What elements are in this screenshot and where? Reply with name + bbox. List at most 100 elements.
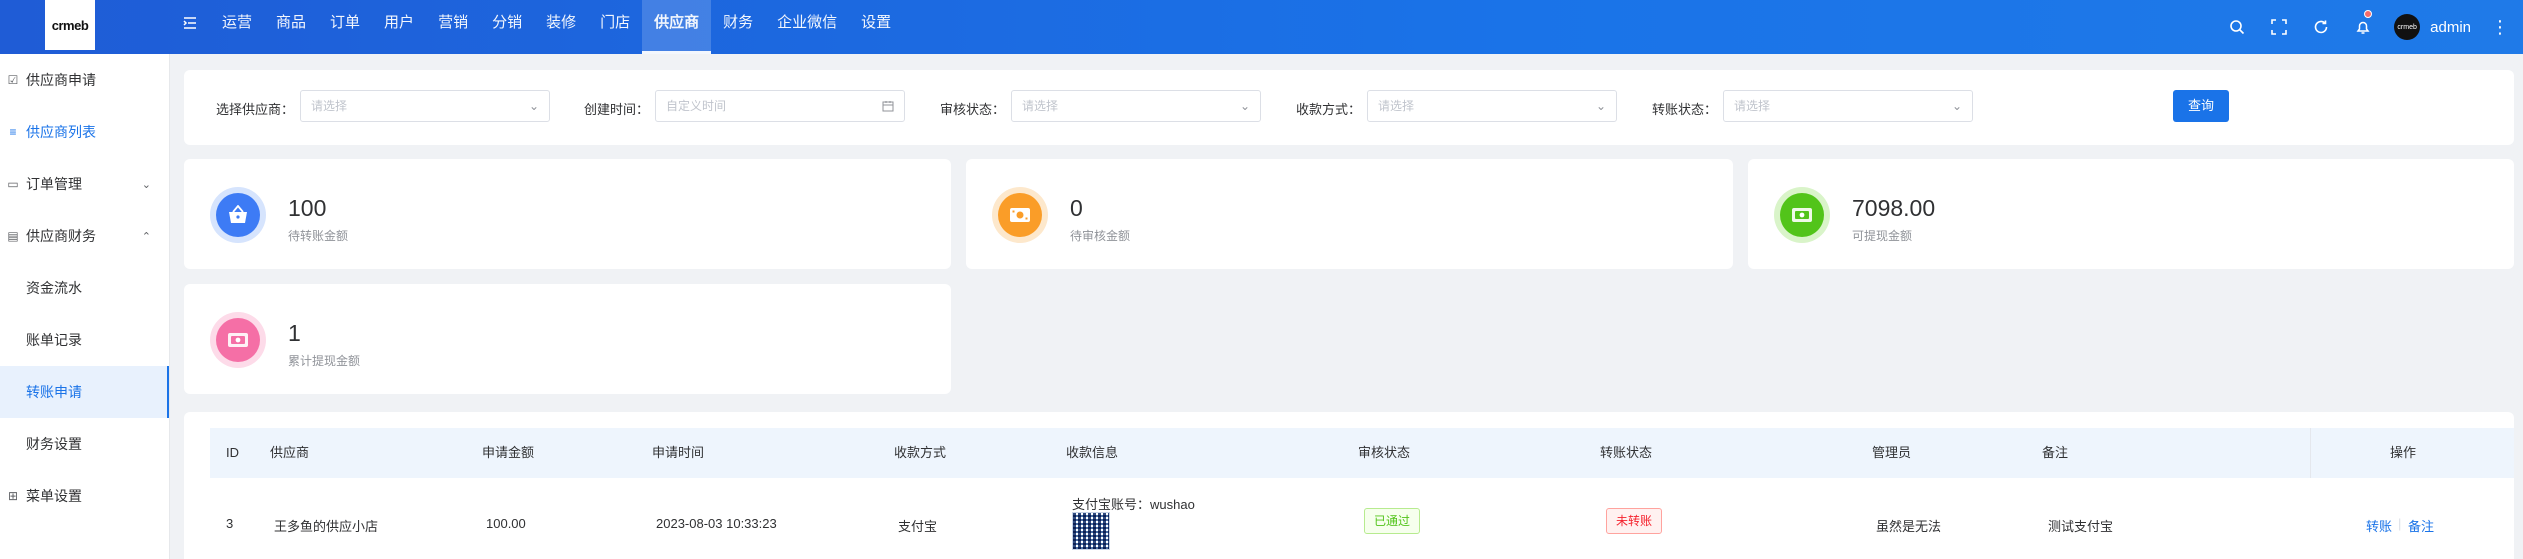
sidebar-item-supplier-list[interactable]: ≡ 供应商列表	[0, 106, 169, 158]
stat-value: 100	[288, 195, 327, 221]
sidebar: ☑ 供应商申请 ≡ 供应商列表 ▭ 订单管理 ⌄ ▤ 供应商财务 ⌃ 资金流水 …	[0, 54, 170, 559]
transfer-status-select[interactable]: 请选择 ⌄	[1723, 90, 1973, 122]
audit-status-label: 审核状态：	[940, 102, 1006, 117]
sidebar-item-label: 供应商列表	[26, 124, 96, 140]
nav-item-operations[interactable]: 运营	[210, 0, 264, 54]
nav-item-settings[interactable]: 设置	[849, 0, 903, 54]
cash-icon	[216, 318, 260, 362]
brand-logo[interactable]: crmeb	[45, 0, 95, 50]
stat-value: 7098.00	[1852, 195, 1936, 221]
username[interactable]: admin	[2430, 19, 2471, 36]
action-divider: |	[2398, 516, 2402, 531]
chevron-down-icon: ⌄	[1595, 99, 1606, 113]
table-header: ID 供应商 申请金额 申请时间 收款方式 收款信息 审核状态 转账状态 管理员…	[210, 428, 2514, 478]
cell-admin: 虽然是无法	[1876, 519, 1942, 534]
stat-label: 可提现金额	[1852, 229, 1913, 243]
stat-icon-ring	[1774, 187, 1830, 243]
nav-item-products[interactable]: 商品	[264, 0, 318, 54]
cell-id: 3	[226, 516, 234, 531]
cell-method: 支付宝	[898, 519, 938, 534]
sidebar-item-label: 资金流水	[26, 280, 82, 296]
query-button[interactable]: 查询	[2173, 90, 2229, 122]
top-right-tools: crmeb admin ⋮	[2216, 0, 2523, 54]
stat-value: 0	[1070, 195, 1083, 221]
chevron-down-icon: ⌄	[528, 99, 539, 113]
sidebar-item-transfer-apply[interactable]: 转账申请	[0, 366, 169, 418]
nav-item-wecom[interactable]: 企业微信	[765, 0, 849, 54]
column-header-method: 收款方式	[894, 445, 947, 460]
sidebar-item-bill-records[interactable]: 账单记录	[0, 314, 169, 366]
column-header-time: 申请时间	[652, 445, 705, 460]
column-header-audit: 审核状态	[1358, 445, 1411, 460]
audit-status-select[interactable]: 请选择 ⌄	[1011, 90, 1261, 122]
payment-method-label: 收款方式：	[1296, 102, 1362, 117]
payment-method-placeholder: 请选择	[1378, 99, 1415, 113]
more-vertical-icon[interactable]: ⋮	[2491, 18, 2509, 36]
nav-item-marketing[interactable]: 营销	[426, 0, 480, 54]
qr-code-image[interactable]	[1072, 512, 1110, 550]
column-header-amount: 申请金额	[482, 445, 535, 460]
fullscreen-icon[interactable]	[2258, 0, 2300, 54]
column-header-actions: 操作	[2390, 445, 2417, 460]
transfer-table: ID 供应商 申请金额 申请时间 收款方式 收款信息 审核状态 转账状态 管理员…	[184, 412, 2514, 559]
cash-icon	[1780, 193, 1824, 237]
money-icon	[998, 193, 1042, 237]
refresh-icon[interactable]	[2300, 0, 2342, 54]
sidebar-item-supplier-apply[interactable]: ☑ 供应商申请	[0, 54, 169, 106]
chevron-down-icon: ⌄	[141, 178, 151, 191]
list-icon: ≡	[9, 125, 17, 139]
remark-action-link[interactable]: 备注	[2408, 516, 2434, 535]
nav-item-suppliers[interactable]: 供应商	[642, 0, 712, 54]
transfer-status-label: 转账状态：	[1652, 102, 1718, 117]
cell-info: 支付宝账号：wushao	[1072, 497, 1195, 512]
transfer-status-placeholder: 请选择	[1734, 99, 1771, 113]
created-time-label: 创建时间：	[584, 102, 650, 117]
sidebar-item-label: 转账申请	[26, 384, 82, 400]
cell-remark: 测试支付宝	[2048, 519, 2114, 534]
payment-method-select[interactable]: 请选择 ⌄	[1367, 90, 1617, 122]
search-icon[interactable]	[2216, 0, 2258, 54]
cell-supplier: 王多鱼的供应小店	[274, 519, 379, 534]
audit-status-placeholder: 请选择	[1022, 99, 1059, 113]
stat-icon-ring	[210, 312, 266, 368]
menu-toggle-icon[interactable]	[182, 15, 200, 33]
chevron-down-icon: ⌄	[1239, 99, 1250, 113]
sidebar-item-supplier-finance[interactable]: ▤ 供应商财务 ⌃	[0, 210, 169, 262]
avatar[interactable]: crmeb	[2394, 14, 2421, 40]
sidebar-item-menu-settings[interactable]: ⊞ 菜单设置	[0, 470, 169, 522]
avatar-text: crmeb	[2397, 23, 2417, 31]
nav-item-distribution[interactable]: 分销	[480, 0, 534, 54]
nav-item-users[interactable]: 用户	[372, 0, 426, 54]
stat-card-pending-audit: 0 待审核金额	[966, 159, 1733, 269]
grid-icon: ⊞	[7, 489, 19, 503]
logo-text: crmeb	[51, 17, 89, 33]
column-header-id: ID	[226, 445, 239, 460]
stat-label: 待审核金额	[1070, 229, 1131, 243]
checkbox-icon: ☑	[7, 73, 19, 87]
column-header-info: 收款信息	[1066, 445, 1119, 460]
transfer-status-badge: 未转账	[1606, 508, 1663, 534]
bell-icon[interactable]	[2342, 0, 2384, 54]
sidebar-item-label: 菜单设置	[26, 488, 82, 504]
sidebar-item-order-management[interactable]: ▭ 订单管理 ⌄	[0, 158, 169, 210]
supplier-filter-label: 选择供应商：	[216, 102, 295, 117]
supplier-select[interactable]: 请选择 ⌄	[300, 90, 550, 122]
nav-item-decoration[interactable]: 装修	[534, 0, 588, 54]
audit-status-badge: 已通过	[1364, 508, 1421, 534]
main-nav: 运营 商品 订单 用户 营销 分销 装修 门店 供应商 财务 企业微信 设置	[210, 0, 903, 54]
stat-card-pending-transfer: 100 待转账金额	[184, 159, 951, 269]
created-time-picker[interactable]: 自定义时间	[655, 90, 905, 122]
stat-icon-ring	[210, 187, 266, 243]
sidebar-item-label: 供应商申请	[26, 72, 96, 88]
sidebar-item-label: 财务设置	[26, 436, 82, 452]
sidebar-item-fund-flow[interactable]: 资金流水	[0, 262, 169, 314]
column-header-transfer: 转账状态	[1600, 445, 1653, 460]
nav-item-orders[interactable]: 订单	[318, 0, 372, 54]
document-icon: ▭	[7, 177, 19, 191]
nav-item-finance[interactable]: 财务	[711, 0, 765, 54]
transfer-action-link[interactable]: 转账	[2366, 516, 2392, 535]
sidebar-item-finance-settings[interactable]: 财务设置	[0, 418, 169, 470]
nav-item-stores[interactable]: 门店	[588, 0, 642, 54]
stat-label: 累计提现金额	[288, 354, 361, 368]
notification-badge	[2364, 10, 2373, 18]
